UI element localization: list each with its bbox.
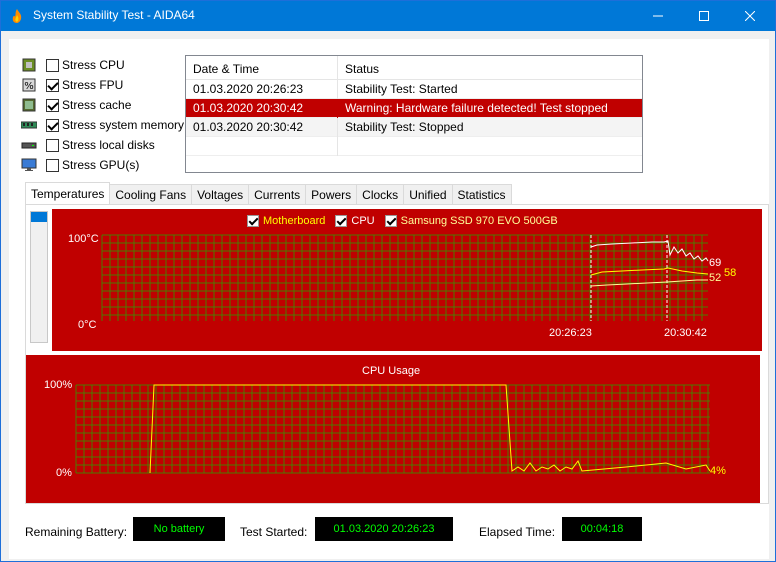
close-button[interactable] xyxy=(727,1,773,31)
cpu-end-value: 69 xyxy=(709,257,722,269)
svg-text:%: % xyxy=(24,81,34,92)
minimize-icon xyxy=(653,15,663,17)
elapsed-time-value: 00:04:18 xyxy=(562,517,642,541)
stress-gpu-label: Stress GPU(s) xyxy=(62,158,140,172)
main-window: System Stability Test - AIDA64 Stress CP… xyxy=(0,0,776,562)
tab-unified[interactable]: Unified xyxy=(403,184,453,204)
stress-memory-option[interactable]: Stress system memory xyxy=(21,115,191,135)
elapsed-time-label: Elapsed Time: xyxy=(479,525,556,539)
temperature-chart: Motherboard CPU Samsung SSD 970 EVO 500G… xyxy=(52,209,762,351)
ssd-end-value: 52 xyxy=(709,272,722,284)
sensor-tabs: Temperatures Cooling Fans Voltages Curre… xyxy=(25,182,512,204)
stress-memory-checkbox[interactable] xyxy=(46,118,59,132)
cpu-usage-chart: CPU Usage 100% 0% 4% xyxy=(26,355,760,503)
log-status: Warning: Hardware failure detected! Test… xyxy=(345,100,608,115)
fpu-percent-icon: % xyxy=(22,78,36,92)
log-time: 01.03.2020 20:30:42 xyxy=(186,98,338,118)
motherboard-end-value: 58 xyxy=(724,267,737,279)
cpu-usage-line xyxy=(149,384,711,474)
temperature-plot xyxy=(101,234,709,321)
close-icon xyxy=(745,11,755,21)
stress-disks-label: Stress local disks xyxy=(62,138,155,152)
log-time-empty xyxy=(186,136,338,156)
stress-disks-option[interactable]: Stress local disks xyxy=(21,135,191,155)
log-header: Date & Time Status xyxy=(186,56,642,80)
log-row[interactable]: 01.03.2020 20:30:42 Stability Test: Stop… xyxy=(186,117,642,137)
event-log-table[interactable]: Date & Time Status 01.03.2020 20:26:23 S… xyxy=(185,55,643,173)
log-row[interactable]: 01.03.2020 20:26:23 Stability Test: Star… xyxy=(186,79,642,99)
disk-drive-icon xyxy=(21,142,37,149)
title-bar[interactable]: System Stability Test - AIDA64 xyxy=(1,1,775,31)
log-status: Stability Test: Stopped xyxy=(345,119,464,134)
battery-label: Remaining Battery: xyxy=(25,525,128,539)
tab-temperatures[interactable]: Temperatures xyxy=(25,182,111,204)
log-status: Stability Test: Started xyxy=(345,81,458,96)
sensor-list-scroll[interactable] xyxy=(30,211,48,343)
stress-disks-checkbox[interactable] xyxy=(46,138,59,152)
tab-powers[interactable]: Powers xyxy=(305,184,358,204)
stress-cache-option[interactable]: Stress cache xyxy=(21,95,191,115)
maximize-button[interactable] xyxy=(681,1,727,31)
maximize-icon xyxy=(699,11,709,21)
stress-options: Stress CPU % Stress FPU Stress cache Str… xyxy=(21,55,191,175)
cpu-usage-end-value: 4% xyxy=(710,465,726,477)
cpu-usage-grid xyxy=(75,384,710,474)
cpu-chip-icon xyxy=(22,58,36,72)
tab-currents[interactable]: Currents xyxy=(248,184,307,204)
stress-fpu-label: Stress FPU xyxy=(62,78,124,92)
memory-module-icon xyxy=(21,121,37,129)
log-row-empty xyxy=(186,136,642,156)
temperature-grid xyxy=(101,234,708,321)
stress-gpu-checkbox[interactable] xyxy=(46,158,59,172)
stress-memory-label: Stress system memory xyxy=(62,118,185,132)
stress-cpu-checkbox[interactable] xyxy=(46,58,59,72)
column-header-datetime[interactable]: Date & Time xyxy=(186,56,338,79)
column-header-status[interactable]: Status xyxy=(338,56,622,79)
stress-cpu-label: Stress CPU xyxy=(62,58,125,72)
cpu-usage-plot xyxy=(75,384,711,474)
stress-fpu-option[interactable]: % Stress FPU xyxy=(21,75,191,95)
log-time: 01.03.2020 20:30:42 xyxy=(186,117,338,137)
window-title: System Stability Test - AIDA64 xyxy=(33,8,195,22)
stress-cpu-option[interactable]: Stress CPU xyxy=(21,55,191,75)
cache-chip-icon xyxy=(22,98,36,112)
stress-fpu-checkbox[interactable] xyxy=(46,78,59,92)
stress-cache-checkbox[interactable] xyxy=(46,98,59,112)
tab-clocks[interactable]: Clocks xyxy=(356,184,405,204)
status-bar: Remaining Battery: No battery Test Start… xyxy=(9,509,769,549)
battery-value: No battery xyxy=(133,517,225,541)
log-time: 01.03.2020 20:26:23 xyxy=(186,79,338,99)
tab-cooling-fans[interactable]: Cooling Fans xyxy=(109,184,193,204)
stress-cache-label: Stress cache xyxy=(62,98,132,112)
test-started-value: 01.03.2020 20:26:23 xyxy=(315,517,453,541)
monitor-icon xyxy=(21,158,37,171)
aida64-flame-icon xyxy=(12,9,22,23)
temperatures-panel: Motherboard CPU Samsung SSD 970 EVO 500G… xyxy=(25,204,769,504)
temp-x-stop: 20:30:42 xyxy=(664,327,707,339)
tab-voltages[interactable]: Voltages xyxy=(191,184,250,204)
log-status-empty xyxy=(338,137,622,156)
log-row-warning[interactable]: 01.03.2020 20:30:42 Warning: Hardware fa… xyxy=(186,98,642,118)
minimize-button[interactable] xyxy=(635,1,681,31)
motherboard-temp-line xyxy=(590,267,709,276)
sensor-list-selected[interactable] xyxy=(31,212,47,222)
test-started-label: Test Started: xyxy=(240,525,308,539)
stress-gpu-option[interactable]: Stress GPU(s) xyxy=(21,155,191,175)
temp-x-start: 20:26:23 xyxy=(549,327,592,339)
client-area: Stress CPU % Stress FPU Stress cache Str… xyxy=(9,39,769,559)
tab-statistics[interactable]: Statistics xyxy=(451,184,512,204)
